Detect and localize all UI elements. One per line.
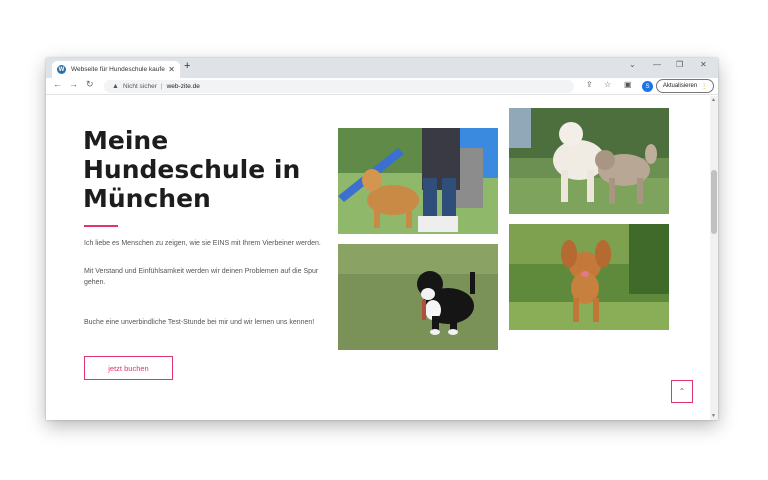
tab-search-icon[interactable]: ⌄ xyxy=(629,60,636,69)
new-tab-button[interactable]: + xyxy=(184,60,190,72)
tab-strip: W Webseite für Hundeschule kaufen ✕ + ⌄ … xyxy=(46,58,718,78)
url-text: web-zite.de xyxy=(166,83,200,90)
restore-icon[interactable]: ❐ xyxy=(676,60,683,69)
tab-title: Webseite für Hundeschule kaufen xyxy=(71,66,166,73)
browser-tab[interactable]: W Webseite für Hundeschule kaufen ✕ xyxy=(52,61,180,78)
scroll-up-arrow-icon[interactable]: ▲ xyxy=(711,97,716,103)
screenshot-stage: W Webseite für Hundeschule kaufen ✕ + ⌄ … xyxy=(0,0,768,480)
webpage-content: Meine Hundeschule in München Ich liebe e… xyxy=(46,96,710,420)
approach-paragraph: Mit Verstand und Einfühlsamkeit werden w… xyxy=(84,268,319,286)
forward-icon[interactable]: → xyxy=(69,79,78,89)
book-now-button[interactable]: jetzt buchen xyxy=(84,356,173,380)
security-label: Nicht sicher xyxy=(122,83,157,90)
scroll-down-arrow-icon[interactable]: ▼ xyxy=(711,413,716,419)
page-scrollbar[interactable]: ▲ ▼ xyxy=(710,96,718,420)
photo-spaniel-running xyxy=(509,224,669,330)
scrollbar-thumb[interactable] xyxy=(711,170,717,234)
photo-poodle-and-terrier xyxy=(509,108,669,214)
menu-dots-icon: ⋮ xyxy=(701,83,708,90)
chevron-up-icon: ⌃ xyxy=(678,387,686,396)
side-panel-icon[interactable]: ▣ xyxy=(624,80,632,89)
profile-avatar[interactable]: S xyxy=(642,81,653,92)
update-button[interactable]: Aktualisieren ⋮ xyxy=(656,79,714,93)
update-button-label: Aktualisieren xyxy=(662,83,698,89)
photo-golden-retriever-agility xyxy=(338,128,498,234)
browser-window: W Webseite für Hundeschule kaufen ✕ + ⌄ … xyxy=(46,58,718,420)
reload-icon[interactable]: ↻ xyxy=(86,79,94,90)
address-toolbar: ← → ↻ ▲ Nicht sicher | web-zite.de ⇪ ☆ ▣… xyxy=(46,78,718,95)
wordpress-icon: W xyxy=(57,65,66,74)
photo-puppy-on-lawn xyxy=(338,244,498,350)
page-title: Meine Hundeschule in München xyxy=(83,126,333,213)
scroll-to-top-button[interactable]: ⌃ xyxy=(671,380,693,403)
share-icon[interactable]: ⇪ xyxy=(586,80,593,89)
close-tab-icon[interactable]: ✕ xyxy=(168,65,175,74)
warning-icon: ▲ xyxy=(112,83,119,90)
accent-divider xyxy=(84,225,118,227)
close-window-icon[interactable]: ✕ xyxy=(700,60,707,69)
headline-line: München xyxy=(83,184,211,213)
address-bar[interactable]: ▲ Nicht sicher | web-zite.de xyxy=(104,80,574,93)
intro-paragraph: Ich liebe es Menschen zu zeigen, wie sie… xyxy=(84,240,321,247)
headline-line: Meine xyxy=(83,126,169,155)
minimize-icon[interactable]: — xyxy=(653,60,661,69)
bookmark-star-icon[interactable]: ☆ xyxy=(604,80,611,89)
back-icon[interactable]: ← xyxy=(53,79,62,89)
headline-line: Hundeschule in xyxy=(83,155,301,184)
booking-paragraph: Buche eine unverbindliche Test-Stunde be… xyxy=(84,319,315,326)
divider: | xyxy=(160,83,163,90)
